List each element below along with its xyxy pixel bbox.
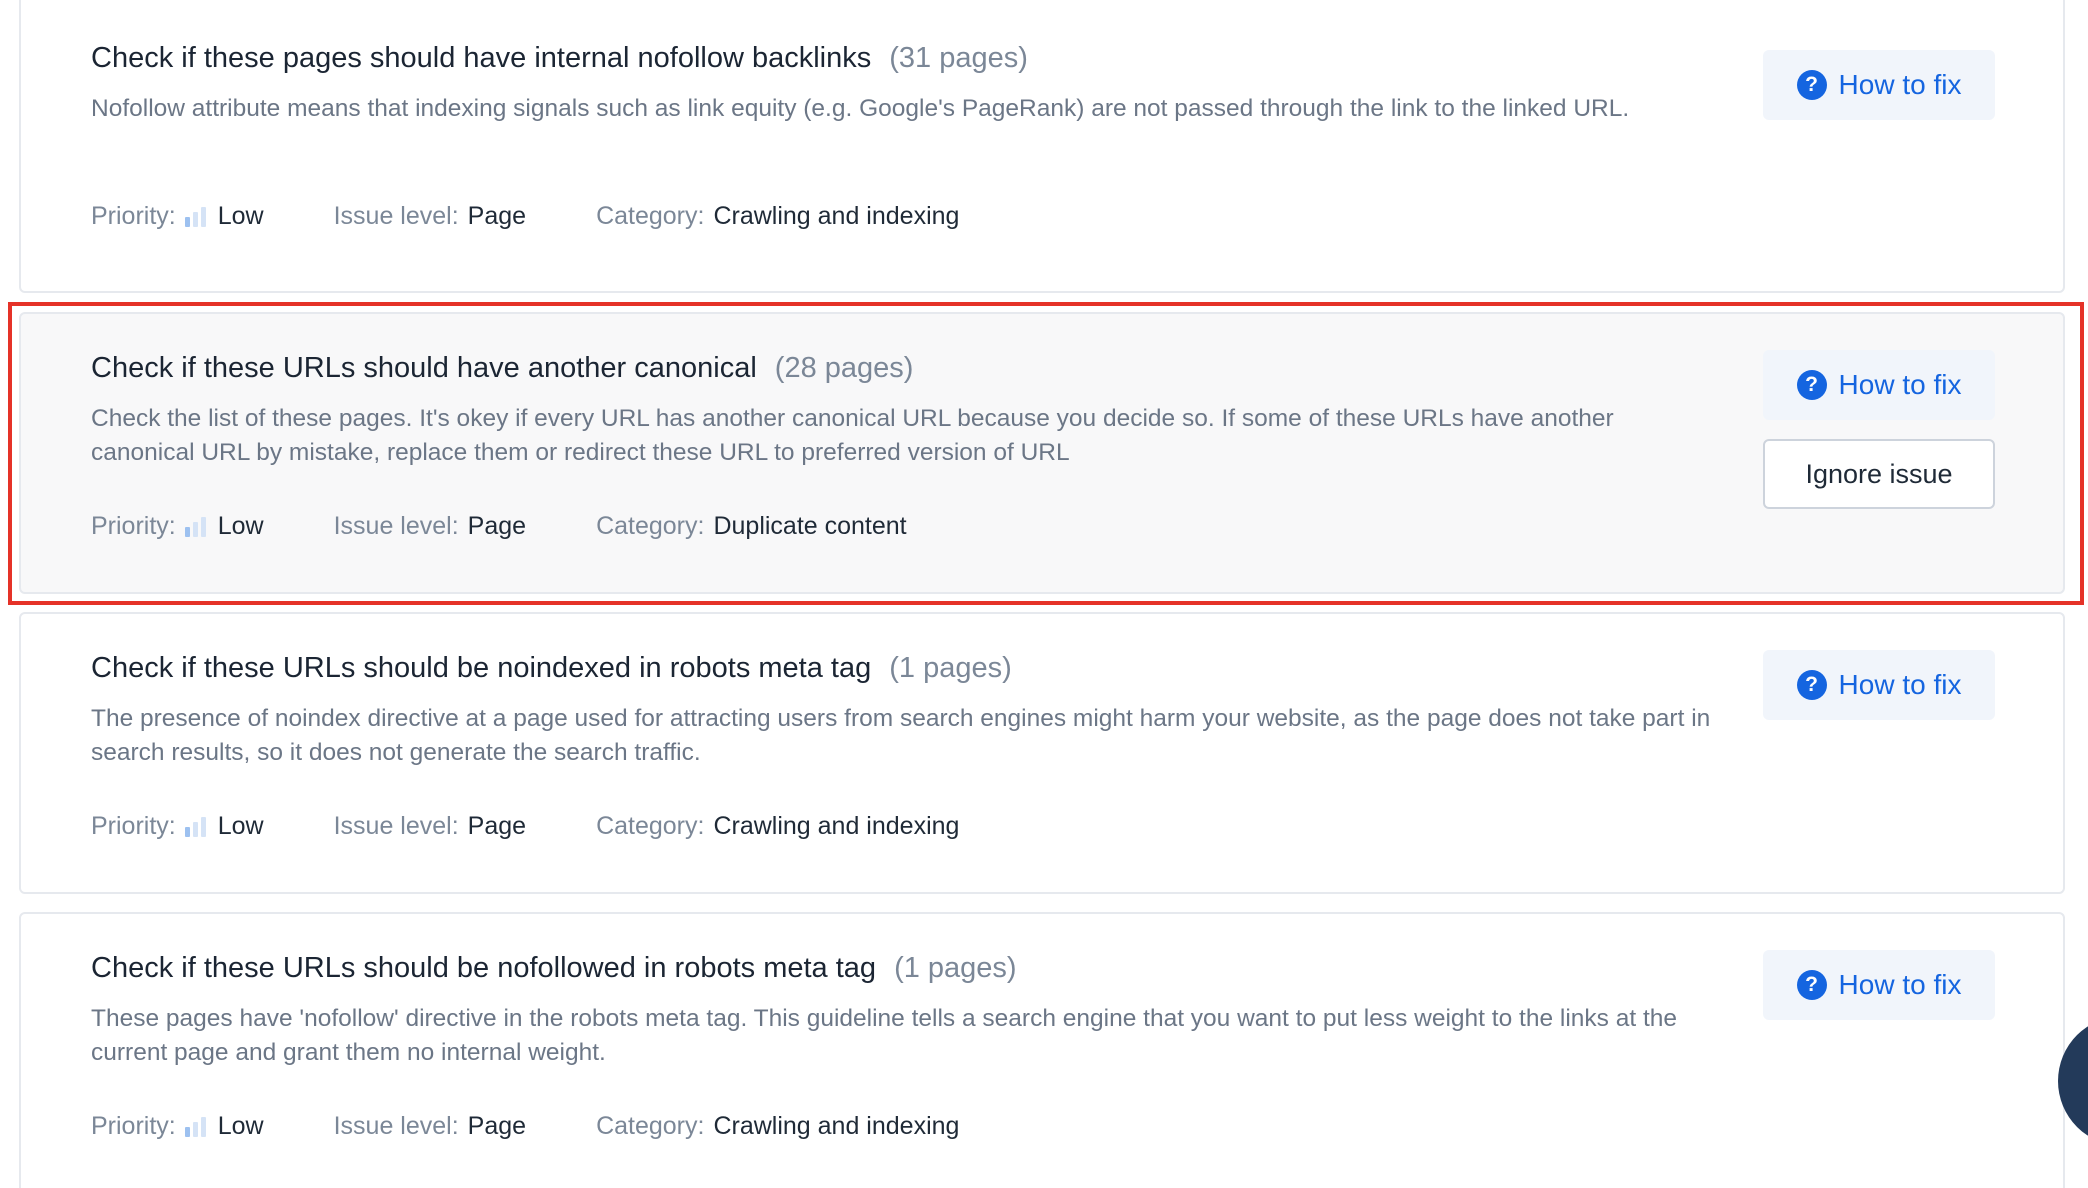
issue-level-field: Issue level: Page	[334, 202, 526, 231]
how-to-fix-button[interactable]: ? How to fix	[1763, 350, 1995, 420]
category-label: Category:	[596, 512, 705, 540]
priority-value: Low	[217, 1112, 264, 1140]
question-circle-icon: ?	[1796, 370, 1827, 400]
issue-level-label: Issue level:	[333, 202, 459, 230]
issue-meta: Priority: Low Issue level: Page Category…	[91, 812, 1029, 841]
issue-title: Check if these URLs should be noindexed …	[91, 652, 1012, 685]
how-to-fix-button[interactable]: ? How to fix	[1763, 950, 1995, 1020]
category-value: Crawling and indexing	[713, 202, 960, 230]
question-circle-icon: ?	[1796, 970, 1827, 1000]
issue-level-value: Page	[467, 202, 527, 230]
ignore-issue-button[interactable]: Ignore issue	[1763, 439, 1995, 509]
question-circle-icon: ?	[1796, 70, 1827, 100]
how-to-fix-button[interactable]: ? How to fix	[1763, 50, 1995, 120]
issue-title-text: Check if these pages should have interna…	[91, 42, 872, 74]
issue-level-value: Page	[467, 812, 527, 840]
issue-page-count[interactable]: (1 pages)	[889, 652, 1012, 684]
priority-field: Priority: Low	[91, 1112, 264, 1141]
issue-card-highlighted: Check if these URLs should have another …	[19, 312, 2065, 594]
issue-level-field: Issue level: Page	[334, 1112, 526, 1141]
priority-value: Low	[217, 202, 264, 230]
priority-label: Priority:	[91, 512, 176, 540]
issue-level-label: Issue level:	[333, 812, 459, 840]
category-value: Duplicate content	[713, 512, 907, 540]
issue-card: Check if these pages should have interna…	[19, 0, 2065, 293]
priority-label: Priority:	[91, 202, 176, 230]
issue-title: Check if these URLs should be nofollowed…	[91, 952, 1017, 985]
issue-meta: Priority: Low Issue level: Page Category…	[91, 1112, 1029, 1141]
signal-bars-icon	[184, 816, 206, 837]
issue-level-value: Page	[467, 1112, 527, 1140]
category-value: Crawling and indexing	[713, 812, 960, 840]
how-to-fix-label: How to fix	[1838, 69, 1962, 100]
how-to-fix-button[interactable]: ? How to fix	[1763, 650, 1995, 720]
issue-title: Check if these pages should have interna…	[91, 42, 1028, 75]
category-label: Category:	[596, 1112, 705, 1140]
how-to-fix-label: How to fix	[1838, 369, 1962, 400]
priority-label: Priority:	[91, 1112, 176, 1140]
issue-level-field: Issue level: Page	[334, 512, 526, 541]
priority-field: Priority: Low	[91, 512, 264, 541]
issue-page-count[interactable]: (31 pages)	[889, 42, 1028, 74]
signal-bars-icon	[184, 1116, 206, 1137]
issue-title-text: Check if these URLs should be nofollowed…	[91, 952, 877, 984]
priority-label: Priority:	[91, 812, 176, 840]
issue-level-label: Issue level:	[333, 1112, 459, 1140]
how-to-fix-label: How to fix	[1838, 669, 1962, 700]
issue-description: The presence of noindex directive at a p…	[91, 705, 1711, 766]
issue-title-text: Check if these URLs should be noindexed …	[91, 652, 872, 684]
issue-meta: Priority: Low Issue level: Page Category…	[91, 512, 977, 541]
issue-card: Check if these URLs should be nofollowed…	[19, 912, 2065, 1188]
issue-card: Check if these URLs should be noindexed …	[19, 612, 2065, 894]
category-field: Category: Crawling and indexing	[596, 812, 959, 841]
how-to-fix-label: How to fix	[1838, 969, 1962, 1000]
issues-list: Check if these pages should have interna…	[0, 0, 2088, 1188]
issue-page-count[interactable]: (28 pages)	[775, 352, 914, 384]
signal-bars-icon	[184, 516, 206, 537]
category-value: Crawling and indexing	[713, 1112, 960, 1140]
issue-description: Nofollow attribute means that indexing s…	[91, 95, 1630, 122]
issue-description: Check the list of these pages. It's okey…	[91, 405, 1614, 466]
issue-description: These pages have 'nofollow' directive in…	[91, 1005, 1678, 1066]
category-field: Category: Crawling and indexing	[596, 202, 959, 231]
priority-field: Priority: Low	[91, 202, 264, 231]
issue-level-field: Issue level: Page	[334, 812, 526, 841]
priority-field: Priority: Low	[91, 812, 264, 841]
issue-meta: Priority: Low Issue level: Page Category…	[91, 202, 1029, 231]
signal-bars-icon	[184, 206, 206, 227]
priority-value: Low	[217, 812, 264, 840]
issue-title: Check if these URLs should have another …	[91, 352, 913, 385]
category-field: Category: Crawling and indexing	[596, 1112, 959, 1141]
issue-title-text: Check if these URLs should have another …	[91, 352, 757, 384]
category-label: Category:	[596, 202, 705, 230]
category-field: Category: Duplicate content	[596, 512, 907, 541]
issue-level-value: Page	[467, 512, 527, 540]
issue-level-label: Issue level:	[333, 512, 459, 540]
question-circle-icon: ?	[1796, 670, 1827, 700]
priority-value: Low	[217, 512, 264, 540]
category-label: Category:	[596, 812, 705, 840]
issue-page-count[interactable]: (1 pages)	[894, 952, 1017, 984]
